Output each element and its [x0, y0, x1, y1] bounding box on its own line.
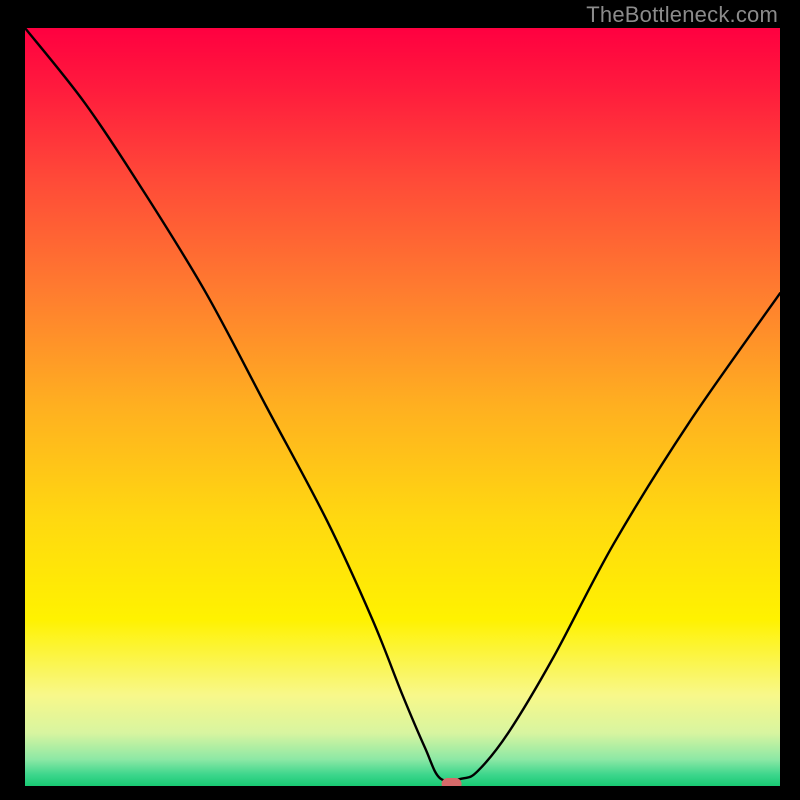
watermark-text: TheBottleneck.com [586, 2, 778, 28]
chart-svg [25, 28, 780, 786]
optimum-marker [442, 778, 462, 786]
gradient-background [25, 28, 780, 786]
chart-frame: TheBottleneck.com [0, 0, 800, 800]
chart-plot-area [25, 28, 780, 786]
